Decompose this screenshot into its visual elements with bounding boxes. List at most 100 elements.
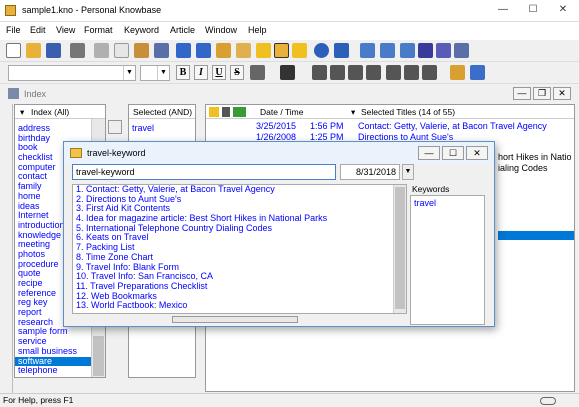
strikethrough-button[interactable]: S — [230, 65, 244, 80]
maximize-button[interactable]: ☐ — [518, 0, 548, 22]
paste-icon[interactable] — [134, 43, 149, 58]
format-toolbar: ▼ ▼ B I U S — [0, 62, 579, 84]
date-dropdown-button[interactable]: ▼ — [402, 164, 414, 180]
context-help-icon[interactable] — [334, 43, 349, 58]
titles-header: Date / Time ▾ Selected Titles (14 of 55) — [206, 105, 574, 119]
menu-bar: File Edit View Format Keyword Article Wi… — [0, 22, 579, 40]
align-center-icon[interactable] — [330, 65, 345, 80]
sort-down-icon: ▾ — [20, 107, 25, 117]
menu-article[interactable]: Article — [170, 25, 195, 35]
font-name-combo[interactable]: ▼ — [8, 65, 136, 81]
dialog-title-bar[interactable]: travel-keyword — ☐ ✕ — [64, 142, 494, 164]
title-row[interactable]: 1/26/2008 1:25 PM Directions to Aunt Sue… — [206, 132, 574, 140]
title-row-fragment[interactable]: hort Hikes in Natio — [498, 152, 572, 162]
index-restore-button[interactable]: ❐ — [533, 87, 551, 100]
save-icon[interactable] — [46, 43, 61, 58]
date-field[interactable]: 8/31/2018 — [340, 164, 400, 180]
star-icon — [209, 107, 219, 117]
star-icon[interactable] — [256, 43, 271, 58]
status-text: For Help, press F1 — [3, 395, 74, 405]
titles-column-header[interactable]: ▾ Selected Titles (14 of 55) — [351, 105, 455, 119]
sort-down-icon: ▾ — [351, 107, 356, 117]
index-minimize-button[interactable]: — — [513, 87, 531, 100]
indent-icon[interactable] — [422, 65, 437, 80]
justify-icon[interactable] — [366, 65, 381, 80]
help-icon[interactable] — [314, 43, 329, 58]
index-panel-header[interactable]: ▾ Index (All) — [15, 105, 105, 119]
date-column-header[interactable]: Date / Time — [260, 105, 303, 119]
cut-icon[interactable] — [94, 43, 109, 58]
article-item[interactable]: 13. World Factbook: Mexico — [76, 301, 392, 311]
articles-list[interactable]: 1. Contact: Getty, Valerie, at Bacon Tra… — [76, 184, 392, 311]
articles-list-box: 1. Contact: Getty, Valerie, at Bacon Tra… — [72, 184, 407, 314]
keyword-dialog: travel-keyword — ☐ ✕ travel-keyword 8/31… — [63, 141, 495, 327]
index-tab-label: Index — [24, 89, 47, 99]
keyword-name-field[interactable]: travel-keyword — [72, 164, 336, 180]
dialog-maximize-button[interactable]: ☐ — [442, 146, 464, 160]
menu-file[interactable]: File — [6, 25, 21, 35]
folder-view-icon[interactable] — [274, 43, 289, 58]
menu-window[interactable]: Window — [205, 25, 237, 35]
status-bar: For Help, press F1 — [0, 393, 579, 407]
row-time: 1:25 PM — [310, 132, 344, 140]
folder-icon — [70, 148, 82, 158]
find-icon[interactable] — [154, 43, 169, 58]
row-title: Directions to Aunt Sue's — [358, 132, 454, 140]
keyword-icon[interactable] — [236, 43, 251, 58]
open-folder-icon[interactable] — [26, 43, 41, 58]
menu-keyword[interactable]: Keyword — [124, 25, 159, 35]
undo-icon[interactable] — [176, 43, 191, 58]
bullets-icon[interactable] — [386, 65, 401, 80]
numbering-icon[interactable] — [404, 65, 419, 80]
keyword-item[interactable]: travel — [414, 198, 436, 208]
align-right-icon[interactable] — [348, 65, 363, 80]
app-icon — [5, 5, 16, 16]
font-size-combo[interactable]: ▼ — [140, 65, 170, 81]
menu-format[interactable]: Format — [84, 25, 113, 35]
font-color-icon[interactable] — [280, 65, 295, 80]
left-gutter — [0, 104, 13, 393]
window-title: sample1.kno - Personal Knowbase — [22, 5, 162, 15]
index-panel-title: Index (All) — [31, 107, 70, 117]
index-view-icon[interactable] — [360, 43, 375, 58]
attach-icon[interactable] — [454, 43, 469, 58]
filter-icon[interactable] — [418, 43, 433, 58]
index-close-button[interactable]: ✕ — [553, 87, 571, 100]
bold-button[interactable]: B — [176, 65, 190, 80]
list-view-icon[interactable] — [380, 43, 395, 58]
selected-keyword[interactable]: travel — [132, 123, 154, 133]
chevron-down-icon: ▼ — [123, 66, 135, 80]
dialog-close-button[interactable]: ✕ — [466, 146, 488, 160]
table-view-icon[interactable] — [400, 43, 415, 58]
row-time: 1:56 PM — [310, 121, 344, 131]
align-left-icon[interactable] — [312, 65, 327, 80]
attachment-icon — [222, 107, 230, 117]
selected-row-highlight[interactable] — [498, 231, 574, 240]
dialog-title: travel-keyword — [87, 148, 146, 158]
favorite-star-icon[interactable] — [292, 43, 307, 58]
article-list-splitter[interactable] — [172, 316, 298, 323]
add-keyword-button[interactable] — [108, 120, 122, 134]
redo-icon[interactable] — [196, 43, 211, 58]
minimize-button[interactable]: — — [488, 0, 518, 22]
print-icon[interactable] — [70, 43, 85, 58]
italic-button[interactable]: I — [194, 65, 208, 80]
insert-date-icon[interactable] — [450, 65, 465, 80]
dialog-minimize-button[interactable]: — — [418, 146, 440, 160]
menu-edit[interactable]: Edit — [30, 25, 46, 35]
menu-view[interactable]: View — [56, 25, 75, 35]
insert-picture-icon[interactable] — [470, 65, 485, 80]
keyword-list-item[interactable]: telephone — [15, 365, 91, 376]
link-icon — [233, 107, 246, 117]
link-icon[interactable] — [436, 43, 451, 58]
underline-button[interactable]: U — [212, 65, 226, 80]
articles-scrollbar[interactable] — [393, 185, 406, 313]
new-file-icon[interactable] — [6, 43, 21, 58]
close-button[interactable]: ✕ — [548, 0, 578, 22]
article-icon[interactable] — [216, 43, 231, 58]
copy-icon[interactable] — [114, 43, 129, 58]
keywords-label: Keywords — [412, 184, 450, 194]
menu-help[interactable]: Help — [248, 25, 267, 35]
title-row-fragment[interactable]: ialing Codes — [498, 163, 548, 173]
highlight-icon[interactable] — [250, 65, 265, 80]
